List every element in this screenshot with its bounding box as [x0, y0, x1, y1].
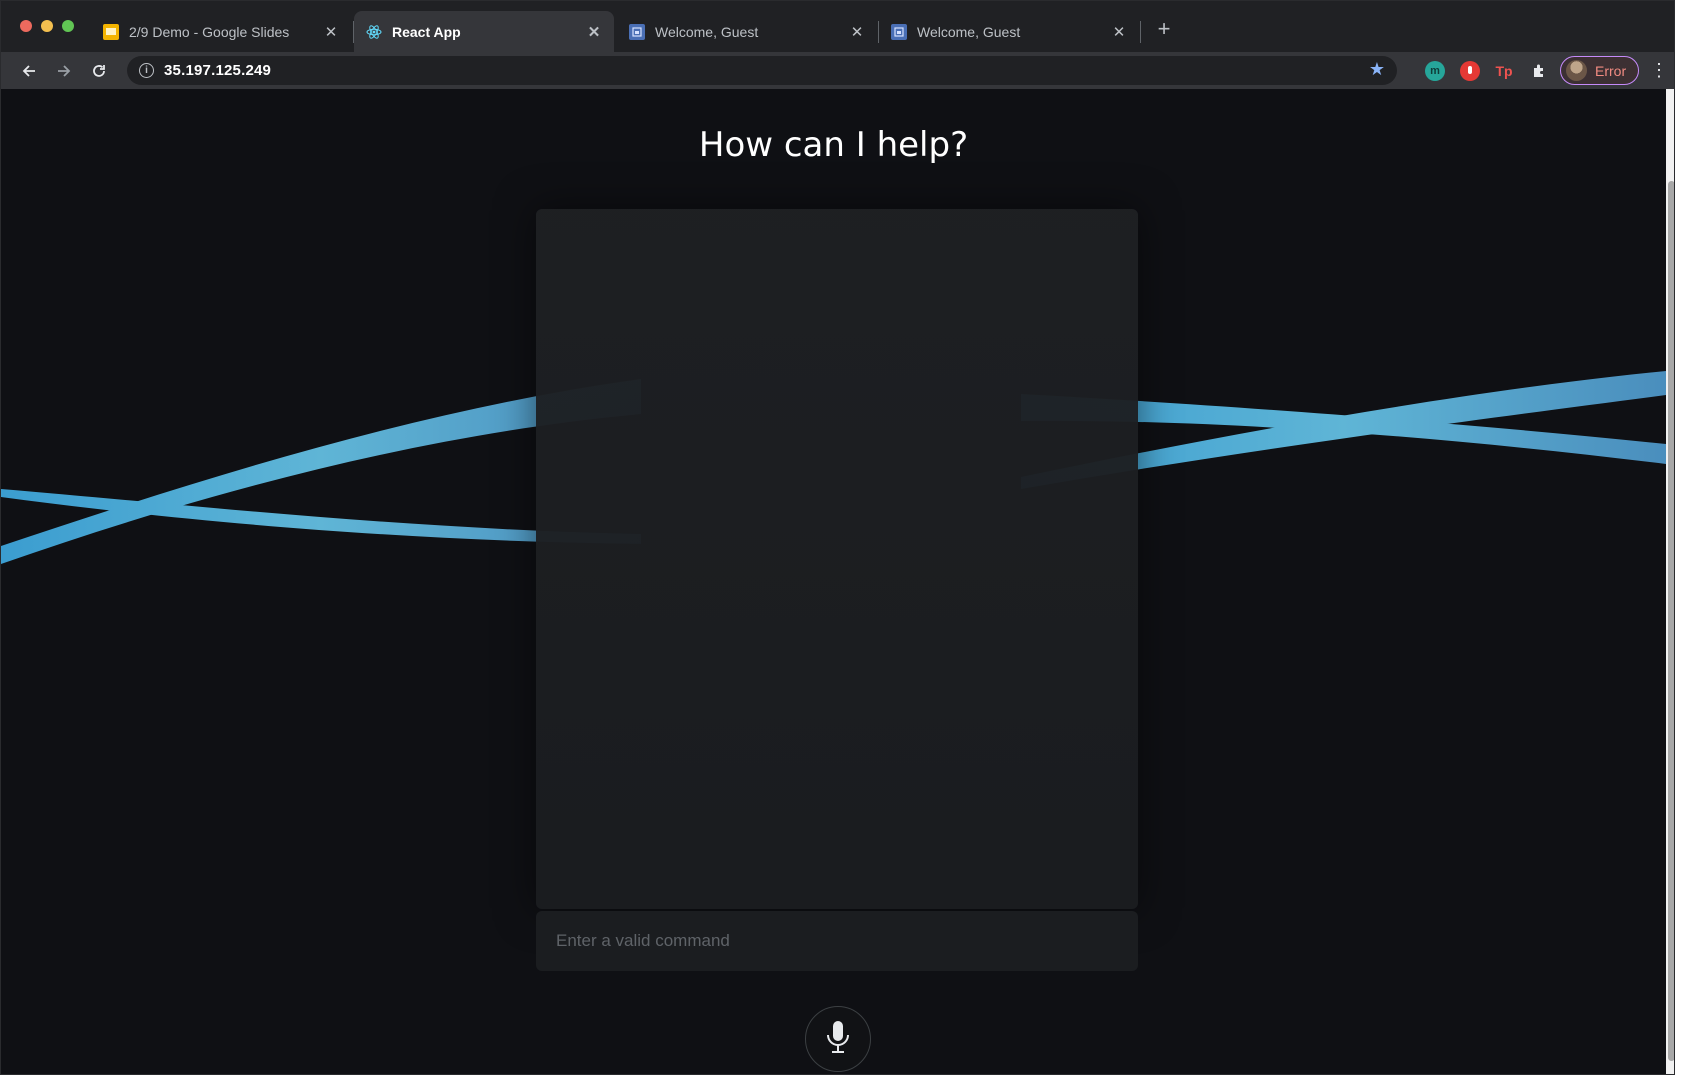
forward-arrow-icon[interactable] [52, 59, 76, 83]
back-arrow-icon[interactable] [17, 59, 41, 83]
reload-icon[interactable] [87, 59, 111, 83]
command-input[interactable] [556, 931, 1118, 951]
browser-window: 2/9 Demo - Google Slides ✕ React App ✕ W… [0, 0, 1675, 1075]
avatar [1566, 60, 1587, 81]
react-icon [366, 24, 382, 40]
close-window-button[interactable] [20, 20, 32, 32]
tab-react-app[interactable]: React App ✕ [354, 11, 614, 52]
close-icon[interactable]: ✕ [849, 24, 865, 41]
close-icon[interactable]: ✕ [323, 24, 339, 41]
bookmark-star-icon[interactable]: ★ [1369, 59, 1385, 80]
chat-output-panel [536, 209, 1138, 909]
extension-record-icon[interactable] [1460, 61, 1480, 81]
extensions-puzzle-icon[interactable] [1529, 61, 1549, 81]
browser-toolbar: i 35.197.125.249 ★ m Tp Error ⋮ [1, 52, 1674, 89]
tab-google-slides[interactable]: 2/9 Demo - Google Slides ✕ [91, 11, 351, 52]
tab-title: React App [392, 23, 461, 40]
more-menu-icon[interactable]: ⋮ [1650, 60, 1668, 80]
profile-error-button[interactable]: Error [1560, 56, 1639, 85]
app-icon [891, 23, 907, 40]
profile-status-label: Error [1595, 62, 1627, 79]
page-title: How can I help? [698, 125, 969, 165]
tab-divider [1140, 21, 1141, 43]
tab-strip: 2/9 Demo - Google Slides ✕ React App ✕ W… [1, 1, 1674, 52]
tab-title: Welcome, Guest [917, 23, 1021, 40]
tab-welcome-guest-2[interactable]: Welcome, Guest ✕ [879, 11, 1139, 52]
url-text: 35.197.125.249 [164, 62, 272, 79]
app-icon [629, 23, 645, 40]
close-icon[interactable]: ✕ [1111, 24, 1127, 41]
extension-tp-icon[interactable]: Tp [1494, 61, 1514, 81]
minimize-window-button[interactable] [41, 20, 53, 32]
scrollbar-thumb[interactable] [1668, 181, 1674, 1061]
microphone-icon [825, 1019, 851, 1060]
page-viewport: How can I help? [1, 89, 1666, 1074]
tab-welcome-guest-1[interactable]: Welcome, Guest ✕ [617, 11, 877, 52]
google-slides-icon [103, 23, 119, 40]
new-tab-button[interactable]: + [1152, 16, 1176, 41]
info-icon[interactable]: i [139, 63, 154, 78]
tab-title: Welcome, Guest [655, 23, 759, 40]
address-bar[interactable]: i 35.197.125.249 ★ [127, 56, 1397, 85]
tab-title: 2/9 Demo - Google Slides [129, 23, 290, 40]
microphone-button[interactable] [805, 1006, 871, 1072]
extension-m-icon[interactable]: m [1425, 61, 1445, 81]
maximize-window-button[interactable] [62, 20, 74, 32]
close-icon[interactable]: ✕ [586, 24, 602, 41]
command-bar [536, 911, 1138, 971]
